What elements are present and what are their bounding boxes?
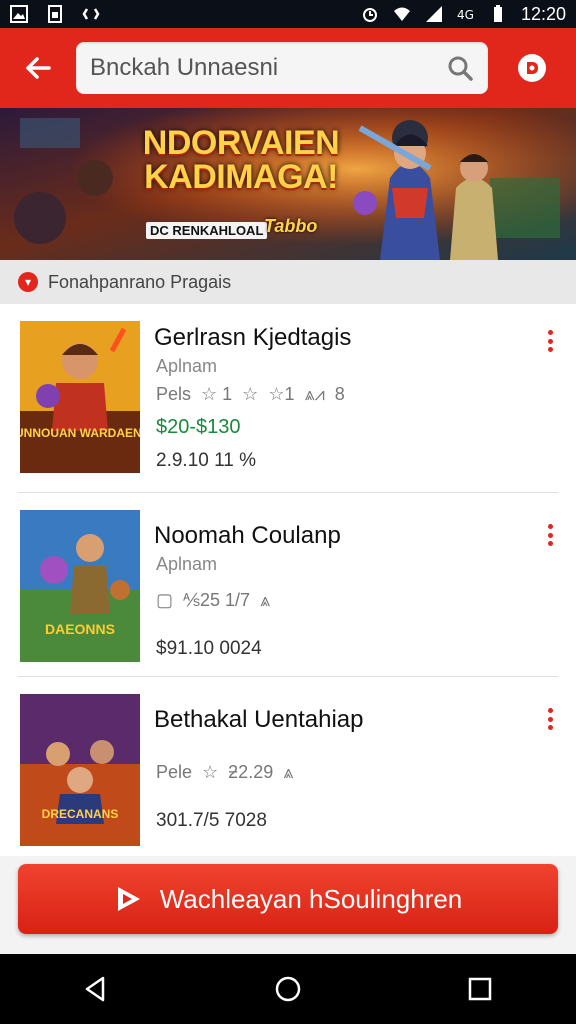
banner-tag: Tabbo <box>264 216 318 236</box>
search-icon[interactable] <box>446 54 474 82</box>
nav-home-button[interactable] <box>268 969 308 1009</box>
item-sub: Aplnam <box>156 356 218 376</box>
status-time: 12:20 <box>520 3 566 24</box>
more-options-button[interactable] <box>538 326 562 356</box>
item-size: 301.7/5 7028 <box>156 810 267 831</box>
battery-icon <box>493 5 502 22</box>
meta-4: ⩓⩘ <box>304 384 325 404</box>
list-item[interactable]: DUNNOUAN WARDAENE! Gerlrasn Kjedtagis Ap… <box>0 304 576 493</box>
status-bar: 4G 12:20 <box>0 0 576 28</box>
play-icon <box>117 887 140 911</box>
nav-back-button[interactable] <box>76 969 116 1009</box>
divider <box>18 676 558 677</box>
more-options-button[interactable] <box>538 520 562 550</box>
meta-3: ☆1 <box>268 384 295 404</box>
nav-recents-icon <box>468 977 492 1001</box>
meta-1: ☆ <box>202 762 219 782</box>
banner-subtitle: DC RENKAHLOAL <box>146 222 268 239</box>
category-header[interactable]: ▾ Fonahpanrano Pragais <box>0 260 576 304</box>
item-title: Noomah Coulanp <box>154 522 341 549</box>
meta-2: ☆ <box>242 384 259 404</box>
list-item[interactable]: DRECANANS Bethakal Uentahiap Pele ☆ ƻ2.2… <box>0 678 576 858</box>
svg-text:4G: 4G <box>457 8 474 22</box>
nav-back-icon <box>85 976 105 1002</box>
nav-home-icon <box>275 976 301 1002</box>
divider <box>18 492 558 493</box>
search-input[interactable]: Bnckah Unnaesni <box>90 54 446 82</box>
item-thumbnail: DRECANANS <box>20 694 140 846</box>
status-left <box>10 5 100 23</box>
meta-5: 8 <box>334 384 345 404</box>
item-meta: Pele ☆ ƻ2.29 ⩓ <box>156 762 293 783</box>
item-thumbnail: DAEONNS <box>20 510 140 662</box>
list-item[interactable]: DAEONNS Noomah Coulanp Aplnam ▢ ⅍25 1/7 … <box>0 494 576 677</box>
item-size: $91.10 0024 <box>156 638 262 659</box>
category-badge-icon: ▾ <box>18 272 38 292</box>
banner-title-line2: KADIMAGA! <box>144 158 338 196</box>
profile-button[interactable] <box>488 28 576 108</box>
more-options-button[interactable] <box>538 704 562 734</box>
category-label: Fonahpanrano Pragais <box>48 271 232 292</box>
game-list: DUNNOUAN WARDAENE! Gerlrasn Kjedtagis Ap… <box>0 304 576 856</box>
thumb-text: DAEONNS <box>45 621 115 637</box>
system-nav-bar <box>0 954 576 1024</box>
thumb-text: DRECANANS <box>42 807 119 821</box>
gallery-icon <box>10 5 28 23</box>
search-box[interactable]: Bnckah Unnaesni <box>76 42 488 94</box>
meta-0: ▢ <box>156 590 174 610</box>
banner-title: NDORVAIEN KADIMAGA! <box>116 126 366 194</box>
item-thumbnail: DUNNOUAN WARDAENE! <box>20 321 140 473</box>
meta-0: Pele <box>156 762 193 782</box>
status-right: 4G 12:20 <box>361 4 566 25</box>
meta-3: ⩓ <box>283 762 294 782</box>
cell-signal-icon <box>425 6 442 22</box>
app-bar: Bnckah Unnaesni <box>0 28 576 108</box>
item-sub: Aplnam <box>156 554 218 574</box>
wifi-icon <box>393 7 410 21</box>
item-meta: ▢ ⅍25 1/7 ⩓ <box>156 590 270 611</box>
alarm-icon <box>362 8 377 22</box>
sim-icon <box>48 5 62 23</box>
thumb-text: DUNNOUAN WARDAENE! <box>20 426 140 440</box>
back-arrow-icon <box>26 57 51 79</box>
meta-0: Pels <box>156 384 192 404</box>
item-title: Bethakal Uentahiap <box>154 706 364 733</box>
back-button[interactable] <box>0 28 76 108</box>
meta-2: ⩓ <box>260 590 271 610</box>
cta-button[interactable]: Wachleayan hSoulinghren <box>18 864 558 934</box>
item-price: $20-$130 <box>156 416 241 438</box>
signal-cluster-icon <box>82 8 100 20</box>
promo-banner[interactable]: NDORVAIEN KADIMAGA! DC RENKAHLOAL Tabbo <box>0 108 576 260</box>
item-title: Gerlrasn Kjedtagis <box>154 324 352 351</box>
item-size: 2.9.10 11 % <box>156 450 257 471</box>
meta-1: ⅍25 1/7 <box>183 590 251 610</box>
banner-title-line1: NDORVAIEN <box>142 124 340 162</box>
cta-label: Wachleayan hSoulinghren <box>159 883 463 914</box>
data-icon: 4G <box>457 8 474 22</box>
nav-recents-button[interactable] <box>460 969 500 1009</box>
meta-1: ☆ 1 <box>201 384 233 404</box>
meta-2: ƻ2.29 <box>228 762 274 782</box>
profile-badge-icon <box>518 54 546 82</box>
item-meta: Pels ☆ 1 ☆ ☆1 ⩓⩘ 8 <box>156 384 345 405</box>
